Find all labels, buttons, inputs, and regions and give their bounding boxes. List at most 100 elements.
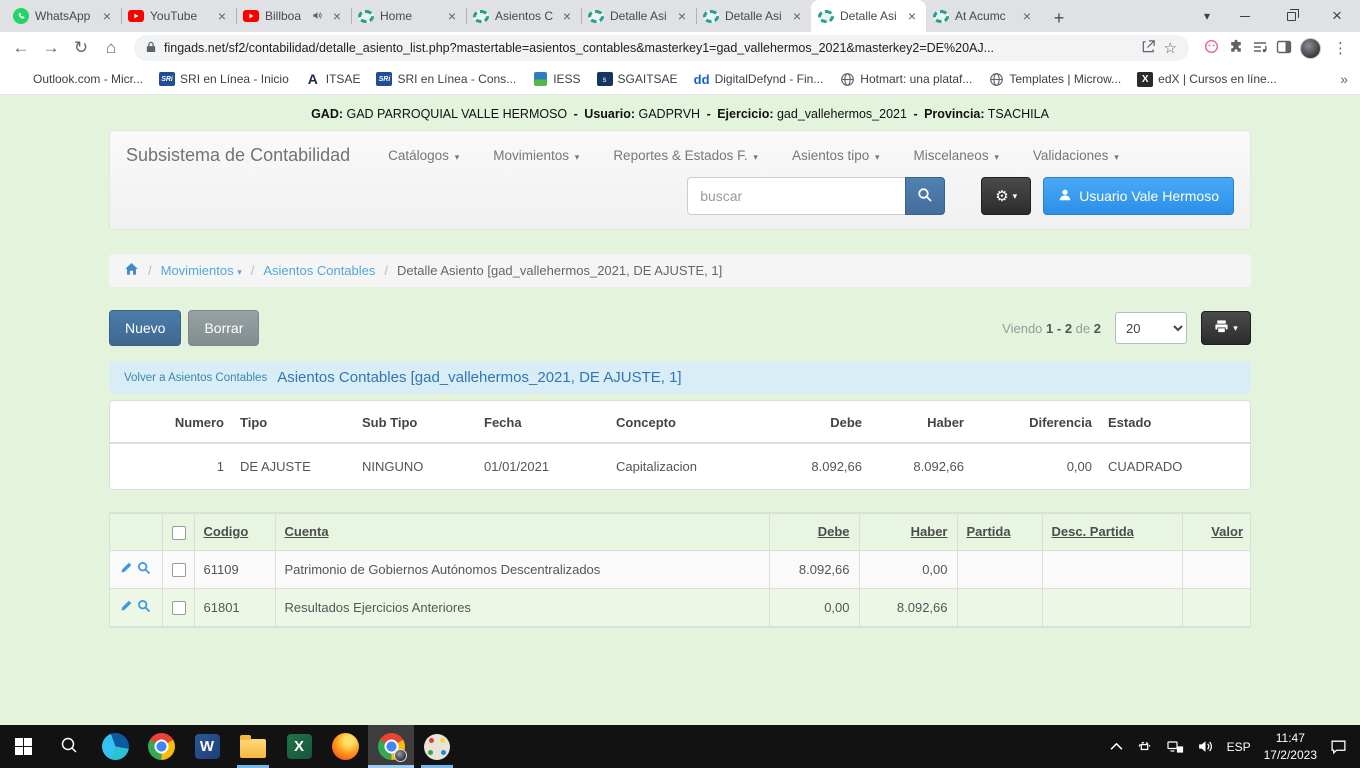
refresh-icon[interactable]: ↻ — [68, 35, 94, 61]
col-valor[interactable]: Valor — [1182, 514, 1251, 551]
taskbar-edge[interactable] — [92, 725, 138, 768]
col-haber[interactable]: Haber — [859, 514, 957, 551]
new-button[interactable]: Nuevo — [109, 310, 181, 346]
window-restore-button[interactable] — [1268, 0, 1314, 32]
taskbar-search-button[interactable] — [46, 725, 92, 768]
new-tab-button[interactable]: + — [1045, 4, 1073, 32]
bookmark-edx[interactable]: XedX | Cursos en líne... — [1137, 72, 1277, 87]
master-row: 1 DE AJUSTE NINGUNO 01/01/2021 Capitaliz… — [110, 443, 1251, 489]
bookmark-sgaitsae[interactable]: sSGAITSAE — [597, 72, 678, 86]
audio-playing-icon[interactable] — [312, 9, 324, 24]
back-to-asientos-link[interactable]: Volver a Asientos Contables — [124, 372, 267, 384]
bookmark-digitaldefynd[interactable]: ddDigitalDefynd - Fin... — [694, 71, 824, 87]
search-button[interactable] — [905, 177, 945, 215]
view-magnifier-icon[interactable] — [137, 561, 151, 578]
tab-detalle-asiento-1[interactable]: Detalle Asi × — [581, 0, 696, 32]
tab-close-icon[interactable]: × — [215, 9, 229, 23]
breadcrumb-asientos-contables[interactable]: Asientos Contables — [263, 263, 375, 278]
tab-detalle-asiento-2[interactable]: Detalle Asi × — [696, 0, 811, 32]
tab-close-icon[interactable]: × — [560, 9, 574, 23]
menu-reportes[interactable]: Reportes & Estados F. ▾ — [613, 148, 758, 163]
bookmarks-overflow-icon[interactable]: » — [1340, 71, 1348, 87]
menu-movimientos[interactable]: Movimientos ▾ — [493, 148, 579, 163]
tab-billboard[interactable]: Billboa × — [236, 0, 351, 32]
page-size-select[interactable]: 20 — [1115, 312, 1187, 344]
bookmark-hotmart[interactable]: Hotmart: una plataf... — [839, 71, 972, 87]
tab-detalle-asiento-active[interactable]: Detalle Asi × — [811, 0, 926, 32]
tab-close-icon[interactable]: × — [330, 9, 344, 23]
select-all-checkbox[interactable] — [172, 526, 186, 540]
tab-search-chevron-icon[interactable]: ▾ — [1192, 0, 1222, 32]
back-icon[interactable]: ← — [8, 35, 34, 61]
delete-button[interactable]: Borrar — [188, 310, 259, 346]
row-checkbox[interactable] — [172, 601, 186, 615]
taskbar-file-explorer[interactable] — [230, 725, 276, 768]
bookmark-sri-inicio[interactable]: SRiSRI en Línea - Inicio — [159, 72, 289, 86]
taskbar-clock[interactable]: 11:47 17/2/2023 — [1264, 730, 1317, 762]
profile-avatar[interactable] — [1300, 38, 1321, 59]
home-breadcrumb-icon[interactable] — [124, 262, 139, 279]
window-close-button[interactable]: × — [1314, 0, 1360, 32]
print-button[interactable]: ▾ — [1201, 311, 1251, 345]
bookmark-sri-consultas[interactable]: SRiSRI en Línea - Cons... — [376, 72, 516, 86]
edit-pencil-icon[interactable] — [120, 599, 133, 615]
taskbar-word[interactable]: W — [184, 725, 230, 768]
tab-youtube[interactable]: YouTube × — [121, 0, 236, 32]
tab-close-icon[interactable]: × — [905, 9, 919, 23]
network-icon[interactable] — [1166, 739, 1184, 755]
extensions-puzzle-icon[interactable] — [1228, 39, 1244, 58]
tray-chevron-up-icon[interactable] — [1110, 742, 1123, 751]
tab-close-icon[interactable]: × — [790, 9, 804, 23]
breadcrumb-movimientos[interactable]: Movimientos ▾ — [161, 263, 242, 278]
media-controls-icon[interactable] — [1252, 39, 1268, 58]
volume-icon[interactable] — [1197, 738, 1214, 755]
tab-home[interactable]: Home × — [351, 0, 466, 32]
taskbar-chrome-active[interactable] — [368, 725, 414, 768]
menu-catalogos[interactable]: Catálogos ▾ — [388, 148, 459, 163]
bookmark-templates[interactable]: Templates | Microw... — [988, 71, 1121, 87]
col-cuenta[interactable]: Cuenta — [275, 514, 769, 551]
tab-asientos-contables[interactable]: Asientos C × — [466, 0, 581, 32]
taskbar-chrome[interactable] — [138, 725, 184, 768]
bookmark-itsae[interactable]: AITSAE — [305, 71, 361, 87]
url-text[interactable]: fingads.net/sf2/contabilidad/detalle_asi… — [164, 41, 1133, 55]
search-input[interactable] — [687, 177, 905, 215]
menu-validaciones[interactable]: Validaciones ▾ — [1033, 148, 1119, 163]
tab-whatsapp[interactable]: WhatsApp × — [6, 0, 121, 32]
address-bar[interactable]: fingads.net/sf2/contabilidad/detalle_asi… — [134, 35, 1189, 61]
menu-miscelaneos[interactable]: Miscelaneos ▾ — [914, 148, 999, 163]
col-debe[interactable]: Debe — [769, 514, 859, 551]
view-magnifier-icon[interactable] — [137, 599, 151, 616]
settings-button[interactable]: ⚙▾ — [981, 177, 1031, 215]
extension-pink-icon[interactable] — [1203, 38, 1220, 58]
tab-close-icon[interactable]: × — [445, 9, 459, 23]
tab-at-acum[interactable]: At Acumc × — [926, 0, 1041, 32]
bookmark-outlook[interactable]: Outlook.com - Micr... — [12, 71, 143, 87]
taskbar-paint[interactable] — [414, 725, 460, 768]
col-codigo[interactable]: Codigo — [194, 514, 275, 551]
tab-close-icon[interactable]: × — [100, 9, 114, 23]
tab-close-icon[interactable]: × — [1020, 9, 1034, 23]
col-desc-partida[interactable]: Desc. Partida — [1042, 514, 1182, 551]
bookmark-star-icon[interactable]: ☆ — [1164, 39, 1177, 57]
side-panel-icon[interactable] — [1276, 39, 1292, 58]
forward-icon[interactable]: → — [38, 35, 64, 61]
notification-center-icon[interactable] — [1330, 738, 1347, 755]
window-minimize-button[interactable] — [1222, 0, 1268, 32]
taskbar-firefox[interactable] — [322, 725, 368, 768]
share-icon[interactable] — [1141, 39, 1156, 57]
taskbar-excel[interactable]: X — [276, 725, 322, 768]
menu-asientos-tipo[interactable]: Asientos tipo ▾ — [792, 148, 880, 163]
start-button[interactable] — [0, 725, 46, 768]
tab-close-icon[interactable]: × — [675, 9, 689, 23]
col-partida[interactable]: Partida — [957, 514, 1042, 551]
row-checkbox[interactable] — [172, 563, 186, 577]
language-indicator[interactable]: ESP — [1227, 740, 1251, 754]
edit-pencil-icon[interactable] — [120, 561, 133, 577]
user-button[interactable]: Usuario Vale Hermoso — [1043, 177, 1234, 215]
home-icon[interactable]: ⌂ — [98, 35, 124, 61]
lock-icon[interactable] — [146, 41, 156, 56]
bookmark-iess[interactable]: IESS — [532, 71, 580, 87]
browser-menu-icon[interactable]: ⋮ — [1329, 39, 1352, 57]
screen-cast-icon[interactable] — [1136, 738, 1153, 755]
